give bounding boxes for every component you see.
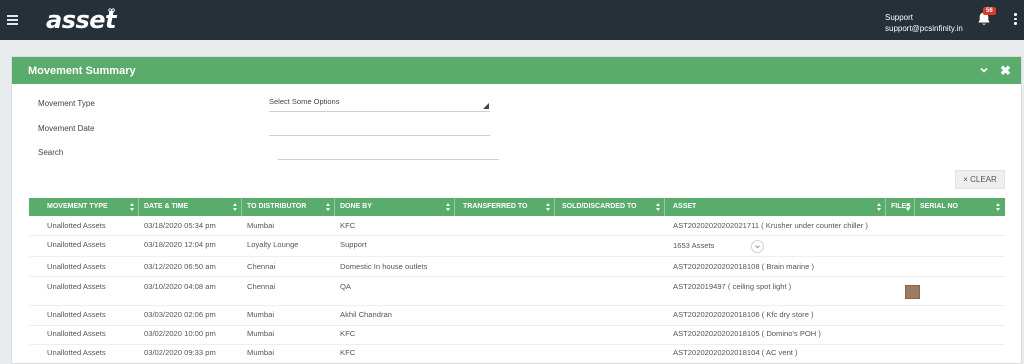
cell-asset[interactable]: AST202019497 ( ceiling spot light ) xyxy=(673,282,791,291)
app-logo[interactable]: asset xyxy=(46,6,117,34)
table-header: MOVEMENT TYPE DATE & TIME TO DISTRIBUTOR… xyxy=(29,198,1005,216)
notification-badge: 56 xyxy=(983,7,996,15)
column-divider xyxy=(554,198,555,216)
cell-movement-type: Unallotted Assets xyxy=(47,348,106,357)
cell-movement-type: Unallotted Assets xyxy=(47,310,106,319)
cell-distributor: Loyalty Lounge xyxy=(247,240,299,249)
panel-title: Movement Summary xyxy=(28,65,136,77)
support-email[interactable]: support@pcsinfinity.in xyxy=(885,23,963,34)
cell-date-time: 03/03/2020 02:06 pm xyxy=(144,310,216,319)
cell-date-time: 03/02/2020 09:33 pm xyxy=(144,348,216,357)
sort-icon[interactable] xyxy=(326,203,331,212)
chevron-down-icon[interactable] xyxy=(979,65,989,75)
movement-summary-panel: Movement Summary ✖ Movement Type Select … xyxy=(11,56,1022,364)
chevron-down-icon[interactable] xyxy=(751,240,764,253)
cell-asset[interactable]: AST20202020202018105 ( Domino's POH ) xyxy=(673,329,821,338)
table-row[interactable]: Unallotted Assets 03/03/2020 02:06 pm Mu… xyxy=(29,306,1005,326)
cell-distributor: Mumbai xyxy=(247,310,275,319)
column-divider xyxy=(138,198,139,216)
cell-distributor: Chennai xyxy=(247,282,276,291)
sort-icon[interactable] xyxy=(446,203,451,212)
cell-movement-type: Unallotted Assets xyxy=(47,240,106,249)
cell-movement-type: Unallotted Assets xyxy=(47,221,106,230)
table-row[interactable]: Unallotted Assets 03/18/2020 12:04 pm Lo… xyxy=(29,236,1005,257)
top-bar: asset ∞ Support support@pcsinfinity.in 5… xyxy=(0,0,1024,40)
cell-distributor: Mumbai xyxy=(247,329,275,338)
cell-done-by: KFC xyxy=(340,348,356,357)
cell-distributor: Mumbai xyxy=(247,348,275,357)
sort-icon[interactable] xyxy=(906,203,911,212)
cell-date-time: 03/18/2020 12:04 pm xyxy=(144,240,216,249)
table-row[interactable]: Unallotted Assets 03/12/2020 06:50 am Ch… xyxy=(29,257,1005,277)
cell-asset[interactable]: AST20202020202018108 ( Brain marine ) xyxy=(673,262,814,271)
movement-type-label: Movement Type xyxy=(38,99,95,108)
kebab-menu-icon[interactable] xyxy=(1014,13,1018,26)
hamburger-menu-icon[interactable] xyxy=(7,15,18,25)
column-header-to-distributor[interactable]: TO DISTRIBUTOR xyxy=(247,198,306,216)
column-divider xyxy=(334,198,335,216)
column-header-done-by[interactable]: DONE BY xyxy=(340,198,372,216)
movement-type-select[interactable]: Select Some Options xyxy=(269,97,490,112)
cell-movement-type: Unallotted Assets xyxy=(47,262,106,271)
column-divider xyxy=(454,198,455,216)
cell-date-time: 03/10/2020 04:08 am xyxy=(144,282,216,291)
movement-date-label: Movement Date xyxy=(38,124,95,133)
cell-done-by: QA xyxy=(340,282,351,291)
cell-done-by: Akhil Chandran xyxy=(340,310,392,319)
movement-type-placeholder: Select Some Options xyxy=(269,97,340,106)
sort-icon[interactable] xyxy=(656,203,661,212)
column-header-sold-discarded-to[interactable]: SOLD/DISCARDED TO xyxy=(562,198,637,216)
cell-asset[interactable]: 1653 Assets xyxy=(673,241,714,250)
clear-button[interactable]: × CLEAR xyxy=(955,170,1005,189)
column-divider xyxy=(241,198,242,216)
sort-icon[interactable] xyxy=(996,203,1001,212)
close-icon[interactable]: ✖ xyxy=(1000,64,1011,77)
support-label: Support xyxy=(885,13,914,22)
cell-asset[interactable]: AST20202020202018106 ( Kfc dry store ) xyxy=(673,310,814,319)
cell-done-by: Support xyxy=(340,240,367,249)
cell-asset[interactable]: AST20202020202021711 ( Krusher under cou… xyxy=(673,221,868,230)
cell-distributor: Chennai xyxy=(247,262,276,271)
sort-icon[interactable] xyxy=(877,203,882,212)
cell-done-by: KFC xyxy=(340,329,356,338)
cell-date-time: 03/18/2020 05:34 pm xyxy=(144,221,216,230)
table-row[interactable]: Unallotted Assets 03/02/2020 10:00 pm Mu… xyxy=(29,326,1005,345)
column-header-asset[interactable]: ASSET xyxy=(673,198,696,216)
cell-distributor: Mumbai xyxy=(247,221,275,230)
search-label: Search xyxy=(38,148,64,157)
cell-asset[interactable]: AST20202020202018104 ( AC vent ) xyxy=(673,348,798,357)
sort-icon[interactable] xyxy=(546,203,551,212)
support-info: Support support@pcsinfinity.in xyxy=(885,12,963,34)
infinity-logo-mark: ∞ xyxy=(108,5,116,16)
column-divider xyxy=(664,198,665,216)
table-row[interactable]: Unallotted Assets 03/18/2020 05:34 pm Mu… xyxy=(29,216,1005,236)
column-header-transferred-to[interactable]: TRANSFERRED TO xyxy=(463,198,527,216)
cell-movement-type: Unallotted Assets xyxy=(47,329,106,338)
cell-movement-type: Unallotted Assets xyxy=(47,282,106,291)
cell-date-time: 03/12/2020 06:50 am xyxy=(144,262,216,271)
column-divider xyxy=(914,198,915,216)
search-input[interactable] xyxy=(278,146,499,160)
cell-done-by: Domestic In house outlets xyxy=(340,262,428,271)
image-thumbnail-icon[interactable] xyxy=(905,285,920,299)
table-row[interactable]: Unallotted Assets 03/02/2020 09:33 pm Mu… xyxy=(29,345,1005,364)
cell-done-by: KFC xyxy=(340,221,356,230)
column-divider xyxy=(885,198,886,216)
panel-header: Movement Summary ✖ xyxy=(12,57,1021,84)
sort-icon[interactable] xyxy=(130,203,135,212)
column-header-date-time[interactable]: DATE & TIME xyxy=(144,198,188,216)
column-header-serial-no[interactable]: SERIAL NO xyxy=(920,198,958,216)
sort-icon[interactable] xyxy=(233,203,238,212)
cell-date-time: 03/02/2020 10:00 pm xyxy=(144,329,216,338)
dropdown-triangle-icon xyxy=(483,103,489,109)
table-row[interactable]: Unallotted Assets 03/10/2020 04:08 am Ch… xyxy=(29,277,1005,306)
column-header-movement-type[interactable]: MOVEMENT TYPE xyxy=(47,198,108,216)
movement-date-input[interactable] xyxy=(269,122,490,136)
